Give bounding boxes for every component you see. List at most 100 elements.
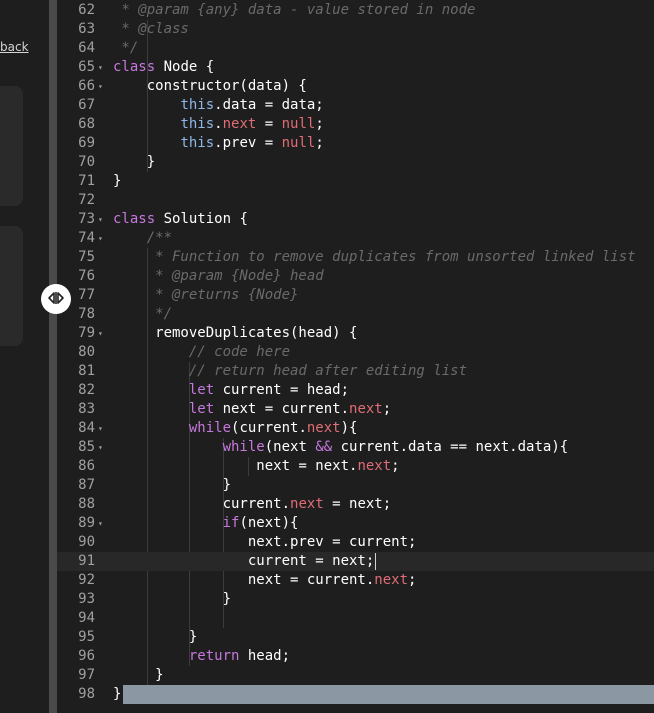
code-line[interactable]: 76 * @param {Node} head: [57, 267, 654, 286]
code-token: class: [113, 59, 156, 75]
line-number: 74: [78, 230, 95, 246]
code-line[interactable]: 69 this.prev = null;: [57, 134, 654, 153]
code-text: * Function to remove duplicates from uns…: [113, 248, 636, 267]
code-line[interactable]: 97 }: [57, 666, 654, 685]
code-line[interactable]: 73 ▾ class Solution {: [57, 210, 654, 229]
code-line[interactable]: 91 current = next;: [57, 552, 654, 571]
line-number: 87: [78, 477, 95, 493]
code-line[interactable]: 67 this.data = data;: [57, 96, 654, 115]
code-token: }: [113, 667, 164, 683]
code-line[interactable]: 78 */: [57, 305, 654, 324]
code-token: (current.: [231, 420, 307, 436]
panel-splitter[interactable]: [49, 0, 57, 713]
code-line[interactable]: 93 }: [57, 590, 654, 609]
fold-arrow-icon[interactable]: ▾: [98, 438, 103, 457]
left-panel: back: [0, 0, 49, 713]
code-token: ;: [315, 116, 324, 132]
code-line[interactable]: 94: [57, 609, 654, 628]
code-line[interactable]: 80 // code here: [57, 343, 654, 362]
line-number: 85: [78, 439, 95, 455]
code-text: * @param {any} data - value stored in no…: [113, 1, 475, 20]
code-token: next: [349, 401, 383, 417]
code-line[interactable]: 96 return head;: [57, 647, 654, 666]
code-text: let current = head;: [113, 381, 349, 400]
code-text: }: [113, 153, 155, 172]
line-number: 84: [78, 420, 95, 436]
code-token: next = next.: [113, 458, 358, 474]
code-text: while(next && current.data == next.data)…: [113, 438, 569, 457]
code-line[interactable]: 88 current.next = next;: [57, 495, 654, 514]
code-line[interactable]: 66 ▾ constructor(data) {: [57, 77, 654, 96]
code-line[interactable]: 77 * @returns {Node}: [57, 286, 654, 305]
code-text: next.prev = current;: [113, 533, 417, 552]
code-line[interactable]: 98}: [57, 685, 654, 704]
line-number: 75: [78, 249, 95, 265]
code-token: next: [357, 458, 392, 474]
code-token: * Function to remove duplicates from uns…: [113, 249, 636, 265]
fold-arrow-icon[interactable]: ▾: [98, 210, 103, 229]
code-line[interactable]: 90 next.prev = current;: [57, 533, 654, 552]
code-line[interactable]: 68 this.next = null;: [57, 115, 654, 134]
code-editor[interactable]: 62 * @param {any} data - value stored in…: [57, 0, 654, 713]
line-number: 64: [78, 40, 95, 56]
code-text: class Node {: [113, 58, 214, 77]
code-token: .prev =: [214, 135, 282, 151]
code-line[interactable]: 62 * @param {any} data - value stored in…: [57, 1, 654, 20]
text-cursor: [374, 553, 376, 570]
fold-arrow-icon[interactable]: ▾: [98, 514, 103, 533]
code-token: while: [188, 420, 232, 436]
code-text: next = current.next;: [113, 571, 417, 590]
code-token: * @returns {Node}: [113, 287, 299, 303]
code-line[interactable]: 87 }: [57, 476, 654, 495]
fold-arrow-icon[interactable]: ▾: [98, 324, 103, 343]
code-token: (next){: [239, 515, 299, 531]
side-card: [0, 86, 23, 206]
code-line[interactable]: 92 next = current.next;: [57, 571, 654, 590]
code-line[interactable]: 75 * Function to remove duplicates from …: [57, 248, 654, 267]
code-line[interactable]: 63 * @class: [57, 20, 654, 39]
code-line[interactable]: 72: [57, 191, 654, 210]
code-text: // code here: [113, 343, 290, 362]
code-line[interactable]: 84 ▾ while(current.next){: [57, 419, 654, 438]
side-card: [0, 226, 23, 346]
fold-arrow-icon[interactable]: ▾: [98, 229, 103, 248]
fold-arrow-icon[interactable]: ▾: [98, 419, 103, 438]
code-line[interactable]: 82 let current = head;: [57, 381, 654, 400]
code-line[interactable]: 89 ▾ if(next){: [57, 514, 654, 533]
line-number: 98: [78, 686, 95, 702]
code-token: let: [188, 382, 215, 398]
code-token: .: [214, 116, 223, 132]
splitter-handle[interactable]: [41, 284, 71, 314]
line-number: 96: [78, 648, 95, 664]
line-number: 94: [78, 610, 95, 626]
code-token: (next: [264, 439, 316, 455]
feedback-link[interactable]: back: [0, 40, 29, 54]
fold-arrow-icon[interactable]: ▾: [98, 58, 103, 77]
code-line[interactable]: 65 ▾ class Node {: [57, 58, 654, 77]
code-text: this.data = data;: [113, 96, 323, 115]
line-number: 79: [78, 325, 95, 341]
code-line[interactable]: 71}: [57, 172, 654, 191]
code-line[interactable]: 74 ▾ /**: [57, 229, 654, 248]
fold-arrow-icon[interactable]: ▾: [98, 77, 103, 96]
code-token: current = head;: [214, 382, 350, 398]
code-line[interactable]: 85 ▾ while(next && current.data == next.d…: [57, 438, 654, 457]
code-line[interactable]: 70 }: [57, 153, 654, 172]
code-line[interactable]: 95 }: [57, 628, 654, 647]
code-line[interactable]: 64 */: [57, 39, 654, 58]
code-text: removeDuplicates(head) {: [113, 324, 357, 343]
code-token: ){: [340, 420, 358, 436]
code-token: }: [113, 591, 232, 607]
line-number: 83: [78, 401, 95, 417]
code-line[interactable]: 86 next = next.next;: [57, 457, 654, 476]
line-number: 67: [78, 97, 95, 113]
code-text: return head;: [113, 647, 290, 666]
code-line[interactable]: 79 ▾ removeDuplicates(head) {: [57, 324, 654, 343]
code-line[interactable]: 81 // return head after editing list: [57, 362, 654, 381]
code-text: */: [113, 39, 138, 58]
code-line[interactable]: 83 let next = current.next;: [57, 400, 654, 419]
